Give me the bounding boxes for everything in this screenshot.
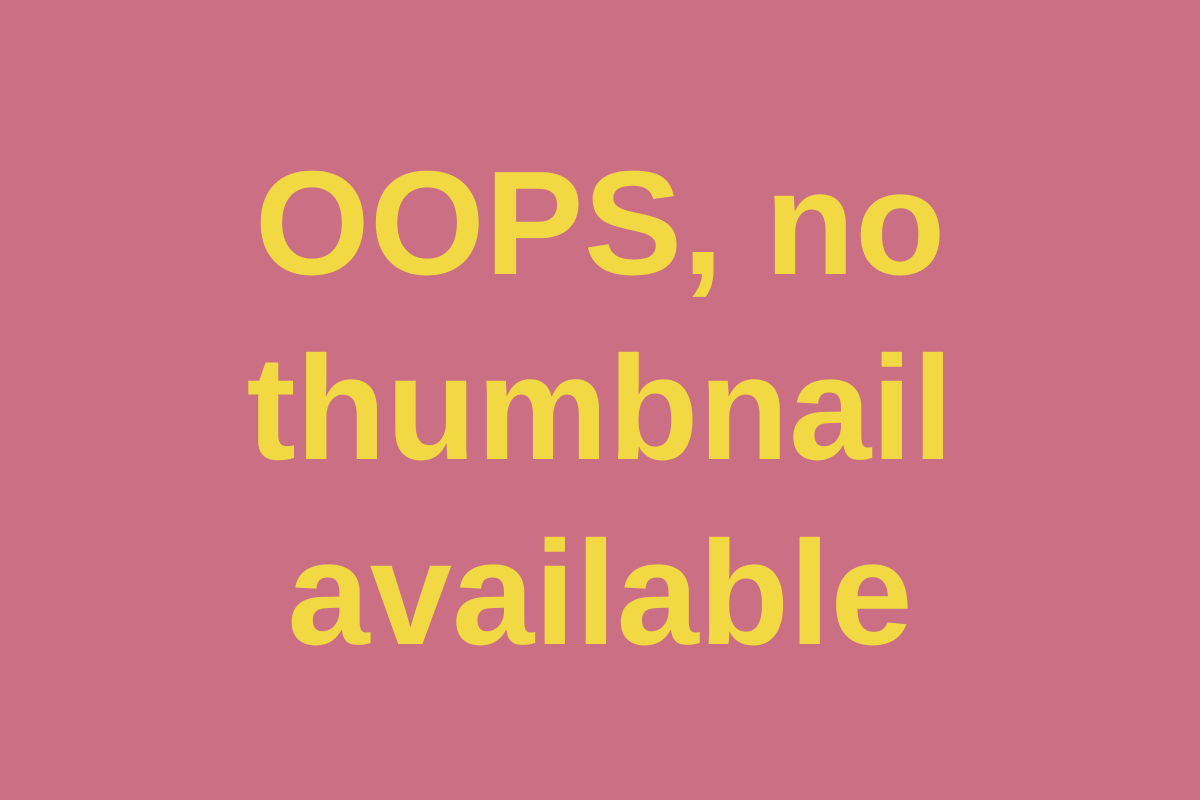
message-line-3: available xyxy=(287,511,913,676)
thumbnail-placeholder: OOPS, no thumbnail available xyxy=(0,0,1200,800)
message-line-1: OOPS, no xyxy=(254,141,946,306)
message-line-2: thumbnail xyxy=(246,326,954,491)
